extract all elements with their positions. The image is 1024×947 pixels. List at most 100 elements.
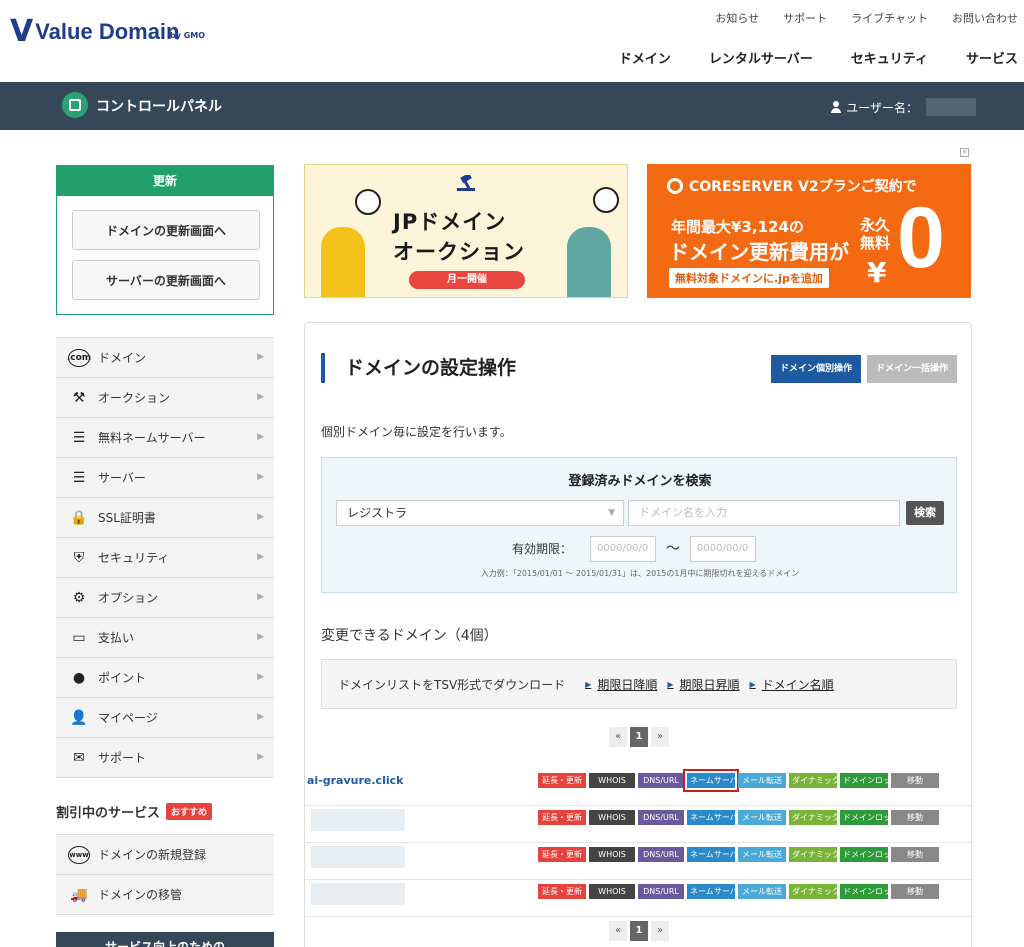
nameserver-action-button[interactable]: ネームサーバー <box>687 810 746 825</box>
util-nav-support[interactable]: サポート <box>783 10 827 26</box>
mail-forward-action-button[interactable]: メール転送 <box>738 847 786 862</box>
coreserver-logo-icon <box>667 178 683 194</box>
util-nav-contact[interactable]: お問い合わせ <box>952 10 1018 26</box>
move-action-button[interactable]: 移動 <box>891 847 939 862</box>
whois-action-button[interactable]: WHOIS <box>589 773 635 788</box>
logo[interactable]: V Value Domain <box>10 17 180 47</box>
move-action-button[interactable]: 移動 <box>891 884 939 899</box>
side-menu: .com ドメイン ▶ ⚒ オークション ▶ ☰ 無料ネームサーバー ▶ ☰ サーバー ▶ 🔒 S… <box>56 337 274 778</box>
chevron-right-icon: ▶ <box>257 632 264 642</box>
domain-name-link[interactable]: ai-gravure.click <box>307 774 403 787</box>
sidebar-item-label: 無料ネームサーバー <box>98 431 206 445</box>
domain-lock-action-button[interactable]: ドメインロック <box>840 847 899 862</box>
dns-url-action-button[interactable]: DNS/URL <box>638 810 684 825</box>
whois-action-button[interactable]: WHOIS <box>589 847 635 862</box>
sidebar-item-ssl[interactable]: 🔒 SSL証明書 ▶ <box>56 498 274 538</box>
sidebar-item-payment[interactable]: ▭ 支払い ▶ <box>56 618 274 658</box>
gavel-icon: ⚒ <box>72 389 86 406</box>
mail-forward-action-button[interactable]: メール転送 <box>738 810 786 825</box>
tab-individual[interactable]: ドメイン個別操作 <box>771 355 861 383</box>
sidebar-item-new-domain[interactable]: www ドメインの新規登録 <box>56 835 274 875</box>
chevron-right-icon: ▶ <box>257 712 264 722</box>
main-nav-server[interactable]: レンタルサーバー <box>709 48 813 67</box>
nameserver-action-button[interactable]: ネームサーバー <box>687 884 746 899</box>
server-renew-button[interactable]: サーバーの更新画面へ <box>72 260 260 300</box>
renew-action-button[interactable]: 延長・更新 <box>538 847 586 862</box>
recommend-badge: おすすめ <box>166 803 213 820</box>
coreserver-banner[interactable]: CORESERVER V2プランご契約で 年間最大¥3,124の ドメイン更新費… <box>647 164 971 298</box>
chevron-right-icon: ▶ <box>257 472 264 482</box>
renew-action-button[interactable]: 延長・更新 <box>538 773 586 788</box>
domain-search-box: 登録済みドメインを検索 レジストラ ▼ ドメイン名を入力 検索 有効期限： 000… <box>321 457 957 593</box>
pager-current[interactable]: 1 <box>630 921 648 941</box>
registrar-select[interactable]: レジストラ ▼ <box>336 500 624 526</box>
sidebar-item-security[interactable]: ⛨ セキュリティ ▶ <box>56 538 274 578</box>
sort-name-link[interactable]: ▶ ドメイン名順 <box>750 676 834 693</box>
dynamic-dns-action-button[interactable]: ダイナミック <box>789 810 840 825</box>
jp-auction-banner[interactable]: JPドメイン オークション 月一開催 <box>304 164 628 298</box>
move-action-button[interactable]: 移動 <box>891 773 939 788</box>
whois-action-button[interactable]: WHOIS <box>589 884 635 899</box>
sidebar-item-mypage[interactable]: 👤 マイページ ▶ <box>56 698 274 738</box>
download-bar: ドメインリストをTSV形式でダウンロード ▶ 期限日降順 ▶ 期限日昇順 ▶ ドメイン… <box>321 659 957 709</box>
side-bottom-banner[interactable]: サービス向上のための <box>56 932 274 947</box>
expiry-to-input[interactable]: 0000/00/0 <box>690 536 756 562</box>
tab-bulk[interactable]: ドメイン一括操作 <box>867 355 957 383</box>
move-action-button[interactable]: 移動 <box>891 810 939 825</box>
mail-icon: ✉ <box>73 749 85 766</box>
promo-eternal: 永久無料 <box>859 216 890 252</box>
search-button[interactable]: 検索 <box>906 501 944 525</box>
domain-renew-button[interactable]: ドメインの更新画面へ <box>72 210 260 250</box>
whois-action-button[interactable]: WHOIS <box>589 810 635 825</box>
dns-url-action-button[interactable]: DNS/URL <box>638 884 684 899</box>
dynamic-dns-action-button[interactable]: ダイナミック <box>789 773 840 788</box>
pager-prev[interactable]: « <box>609 921 627 941</box>
sidebar-item-option[interactable]: ⚙ オプション ▶ <box>56 578 274 618</box>
sidebar-item-point[interactable]: ● ポイント ▶ <box>56 658 274 698</box>
changeable-domains-heading: 変更できるドメイン（4個） <box>321 628 498 644</box>
sort-expiry-asc-link[interactable]: ▶ 期限日昇順 <box>667 676 739 693</box>
mail-forward-action-button[interactable]: メール転送 <box>738 884 786 899</box>
chevron-down-icon: ▼ <box>608 508 615 518</box>
util-nav-news[interactable]: お知らせ <box>715 10 759 26</box>
sidebar-item-auction[interactable]: ⚒ オークション ▶ <box>56 378 274 418</box>
pager-current[interactable]: 1 <box>630 727 648 747</box>
sort-expiry-desc-link[interactable]: ▶ 期限日降順 <box>585 676 657 693</box>
control-panel-title[interactable]: コントロールパネル <box>96 96 222 116</box>
close-icon[interactable]: × <box>960 148 969 157</box>
domain-lock-action-button[interactable]: ドメインロック <box>840 884 899 899</box>
sidebar-item-server[interactable]: ☰ サーバー ▶ <box>56 458 274 498</box>
util-nav-livechat[interactable]: ライブチャット <box>851 10 928 26</box>
dns-url-action-button[interactable]: DNS/URL <box>638 847 684 862</box>
pager-next[interactable]: » <box>651 727 669 747</box>
table-row: 延長・更新 WHOIS DNS/URL ネームサーバー メール転送 ダイナミック… <box>305 840 973 880</box>
sidebar-item-label: サポート <box>98 751 147 765</box>
sidebar-item-support[interactable]: ✉ サポート ▶ <box>56 738 274 778</box>
user-info[interactable]: ユーザー名： <box>830 98 976 116</box>
expiry-from-input[interactable]: 0000/00/0 <box>590 536 656 562</box>
main-nav-service[interactable]: サービス <box>966 48 1018 67</box>
dynamic-dns-action-button[interactable]: ダイナミック <box>789 884 840 899</box>
sidebar-item-transfer[interactable]: 🚚 ドメインの移管 <box>56 875 274 915</box>
pager-prev[interactable]: « <box>609 727 627 747</box>
nameserver-action-button[interactable]: ネームサーバー <box>687 847 746 862</box>
renew-action-button[interactable]: 延長・更新 <box>538 810 586 825</box>
renew-action-button[interactable]: 延長・更新 <box>538 884 586 899</box>
domain-lock-action-button[interactable]: ドメインロック <box>840 810 899 825</box>
main-nav-security[interactable]: セキュリティ <box>851 48 928 67</box>
main-nav-domain[interactable]: ドメイン <box>619 48 671 67</box>
sidebar-item-label: オークション <box>98 391 171 405</box>
table-row: 延長・更新 WHOIS DNS/URL ネームサーバー メール転送 ダイナミック… <box>305 803 973 843</box>
mail-forward-action-button[interactable]: メール転送 <box>738 773 786 788</box>
domain-name-input[interactable]: ドメイン名を入力 <box>628 500 900 526</box>
dns-url-action-button[interactable]: DNS/URL <box>638 773 684 788</box>
card-icon: ▭ <box>72 629 86 646</box>
chevron-right-icon: ▶ <box>257 392 264 402</box>
sidebar-item-free-nameserver[interactable]: ☰ 無料ネームサーバー ▶ <box>56 418 274 458</box>
nameserver-action-button[interactable]: ネームサーバー <box>683 769 746 792</box>
sidebar-item-label: セキュリティ <box>98 551 170 565</box>
domain-lock-action-button[interactable]: ドメインロック <box>840 773 899 788</box>
sidebar-item-domain[interactable]: .com ドメイン ▶ <box>56 338 274 378</box>
pager-next[interactable]: » <box>651 921 669 941</box>
dynamic-dns-action-button[interactable]: ダイナミック <box>789 847 840 862</box>
